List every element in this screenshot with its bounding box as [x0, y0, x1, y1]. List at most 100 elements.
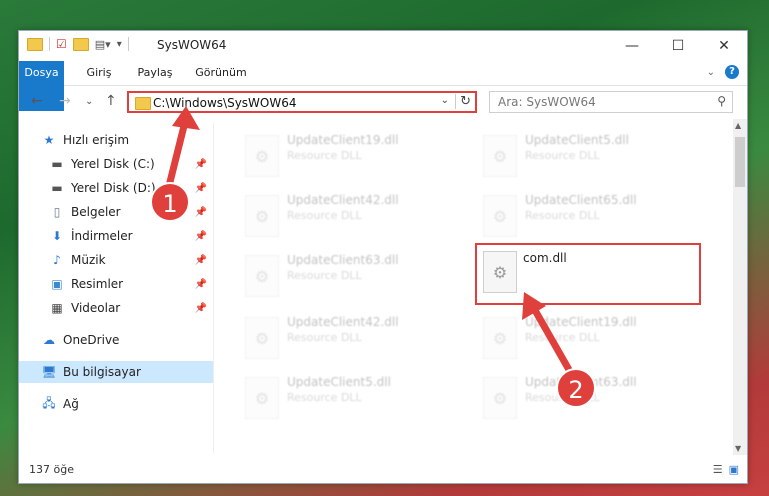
chevron-down-icon[interactable]: ⌄ — [441, 95, 449, 106]
back-arrow-icon[interactable]: ← — [31, 93, 43, 109]
file-name: UpdateClient19.dll — [525, 315, 637, 329]
step-badge-1: 1 — [150, 182, 190, 222]
sidebar-item-network[interactable]: 🖧 Ağ — [19, 393, 213, 415]
file-type: Resource DLL — [525, 209, 600, 222]
star-icon: ★ — [43, 133, 55, 147]
sidebar-item-music[interactable]: ♪ Müzik 📌 — [19, 249, 213, 271]
sidebar-item-label: Bu bilgisayar — [63, 365, 141, 379]
file-name: UpdateClient65.dll — [525, 193, 637, 207]
file-type: Resource DLL — [287, 149, 362, 162]
search-input[interactable]: Ara: SysWOW64 — [498, 95, 596, 109]
file-item[interactable]: ⚙ UpdateClient63.dll Resource DLL — [239, 247, 459, 297]
sidebar-item-pictures[interactable]: ▣ Resimler 📌 — [19, 273, 213, 295]
recent-locations-icon[interactable]: ⌄ — [85, 96, 93, 107]
pin-icon: 📌 — [194, 206, 207, 218]
file-item[interactable]: ⚙ UpdateClient42.dll Resource DLL — [239, 309, 459, 359]
ribbon-tabs: Dosya Giriş Paylaş Görünüm ⌄ ? — [19, 61, 747, 111]
large-icons-view-icon[interactable]: ▣ — [729, 463, 739, 476]
pin-icon: 📌 — [194, 302, 207, 314]
file-name: UpdateClient5.dll — [525, 133, 629, 147]
sidebar-item-onedrive[interactable]: ☁ OneDrive — [19, 329, 213, 351]
new-folder-icon[interactable] — [72, 37, 89, 51]
maximize-button[interactable]: ☐ — [655, 31, 701, 61]
window-title: SysWOW64 — [157, 38, 227, 52]
address-path[interactable]: C:\Windows\SysWOW64 — [153, 96, 297, 110]
close-button[interactable]: ✕ — [701, 31, 747, 61]
drive-icon: ▬ — [51, 181, 63, 195]
customize-toolbar-icon[interactable]: ▾ — [117, 39, 122, 50]
forward-arrow-icon[interactable]: → — [59, 93, 71, 109]
details-view-icon[interactable]: ☰ — [713, 463, 723, 476]
gear-file-icon: ⚙ — [483, 135, 517, 177]
help-icon[interactable]: ? — [725, 65, 739, 79]
pin-icon: 📌 — [194, 278, 207, 290]
sidebar-item-label: Resimler — [71, 277, 124, 291]
file-list: ⚙ UpdateClient19.dll Resource DLL ⚙ Upda… — [219, 123, 731, 453]
file-name: UpdateClient5.dll — [287, 375, 391, 389]
sidebar-item-this-pc[interactable]: 🖥 Bu bilgisayar — [19, 361, 213, 383]
sidebar-item-label: Yerel Disk (D:) — [71, 181, 156, 195]
expand-ribbon-icon[interactable]: ⌄ — [707, 67, 715, 78]
step-badge-2: 2 — [556, 368, 596, 408]
file-item[interactable]: ⚙ UpdateClient5.dll Resource DLL — [477, 127, 697, 177]
scroll-up-icon[interactable]: ▲ — [735, 121, 741, 130]
sidebar-item-videos[interactable]: ▦ Videolar 📌 — [19, 297, 213, 319]
file-item[interactable]: ⚙ UpdateClient19.dll Resource DLL — [239, 127, 459, 177]
file-type: Resource DLL — [525, 149, 600, 162]
file-item-com-dll[interactable]: ⚙ com.dll — [475, 243, 701, 305]
sidebar-item-label: Yerel Disk (C:) — [71, 157, 155, 171]
file-name: UpdateClient63.dll — [287, 253, 399, 267]
sidebar-item-label: İndirmeler — [71, 229, 133, 243]
file-name: UpdateClient19.dll — [287, 133, 399, 147]
sidebar-item-drive-c[interactable]: ▬ Yerel Disk (C:) 📌 — [19, 153, 213, 175]
title-bar: ☑ ▤▾ ▾ SysWOW64 — ☐ ✕ — [19, 31, 747, 61]
file-item[interactable]: ⚙ UpdateClient65.dll Resource DLL — [477, 187, 697, 237]
documents-icon: ▯ — [53, 205, 61, 219]
sidebar-item-downloads[interactable]: ⬇ İndirmeler 📌 — [19, 225, 213, 247]
refresh-icon[interactable]: ↻ — [455, 94, 471, 109]
sidebar-item-quick-access[interactable]: ★ Hızlı erişim — [19, 129, 213, 151]
up-arrow-icon[interactable]: ↑ — [105, 93, 117, 109]
sidebar-item-label: Belgeler — [71, 205, 121, 219]
scroll-thumb[interactable] — [735, 137, 745, 187]
file-item[interactable]: ⚙ UpdateClient5.dll Resource DLL — [239, 369, 459, 419]
vertical-scrollbar[interactable]: ▲ ▼ — [733, 119, 747, 455]
gear-file-icon: ⚙ — [245, 377, 279, 419]
video-icon: ▦ — [51, 301, 63, 315]
search-box[interactable]: Ara: SysWOW64 ⚲ — [489, 91, 733, 113]
view-switcher: ☰ ▣ — [713, 463, 739, 476]
pin-icon: 📌 — [194, 158, 207, 170]
tab-view[interactable]: Görünüm — [191, 61, 251, 85]
cloud-icon: ☁ — [43, 333, 55, 347]
sidebar-item-label: Ağ — [63, 397, 79, 411]
tab-home[interactable]: Giriş — [81, 61, 117, 85]
minimize-button[interactable]: — — [609, 31, 655, 61]
divider — [127, 37, 129, 51]
pin-icon: 📌 — [194, 230, 207, 242]
file-type: Resource DLL — [287, 269, 362, 282]
file-type: Resource DLL — [525, 331, 600, 344]
pin-icon: 📌 — [194, 254, 207, 266]
file-item[interactable]: ⚙ UpdateClient42.dll Resource DLL — [239, 187, 459, 237]
music-icon: ♪ — [53, 253, 61, 267]
pin-icon: 📌 — [194, 182, 207, 194]
gear-file-icon: ⚙ — [483, 251, 517, 293]
navigation-bar: ← → ⌄ ↑ C:\Windows\SysWOW64 ⌄ ↻ Ara: Sys… — [19, 89, 747, 117]
gear-file-icon: ⚙ — [245, 195, 279, 237]
sidebar-item-label: Hızlı erişim — [63, 133, 130, 147]
quick-access-toolbar: ☑ ▤▾ ▾ — [27, 37, 129, 51]
pictures-icon: ▣ — [51, 277, 63, 291]
search-icon[interactable]: ⚲ — [717, 94, 726, 108]
properties-icon[interactable]: ☑ — [56, 37, 67, 51]
file-name: UpdateClient42.dll — [287, 315, 399, 329]
tab-share[interactable]: Paylaş — [133, 61, 177, 85]
network-icon: 🖧 — [42, 395, 56, 410]
status-bar: 137 öğe ☰ ▣ — [19, 459, 747, 481]
scroll-down-icon[interactable]: ▼ — [735, 444, 741, 453]
address-bar[interactable]: C:\Windows\SysWOW64 ⌄ ↻ — [127, 91, 477, 113]
gear-file-icon: ⚙ — [245, 317, 279, 359]
file-item[interactable]: ⚙ UpdateClient19.dll Resource DLL — [477, 309, 697, 359]
view-options-icon[interactable]: ▤▾ — [95, 38, 111, 51]
divider — [49, 37, 50, 51]
computer-icon: 🖥 — [41, 365, 57, 379]
